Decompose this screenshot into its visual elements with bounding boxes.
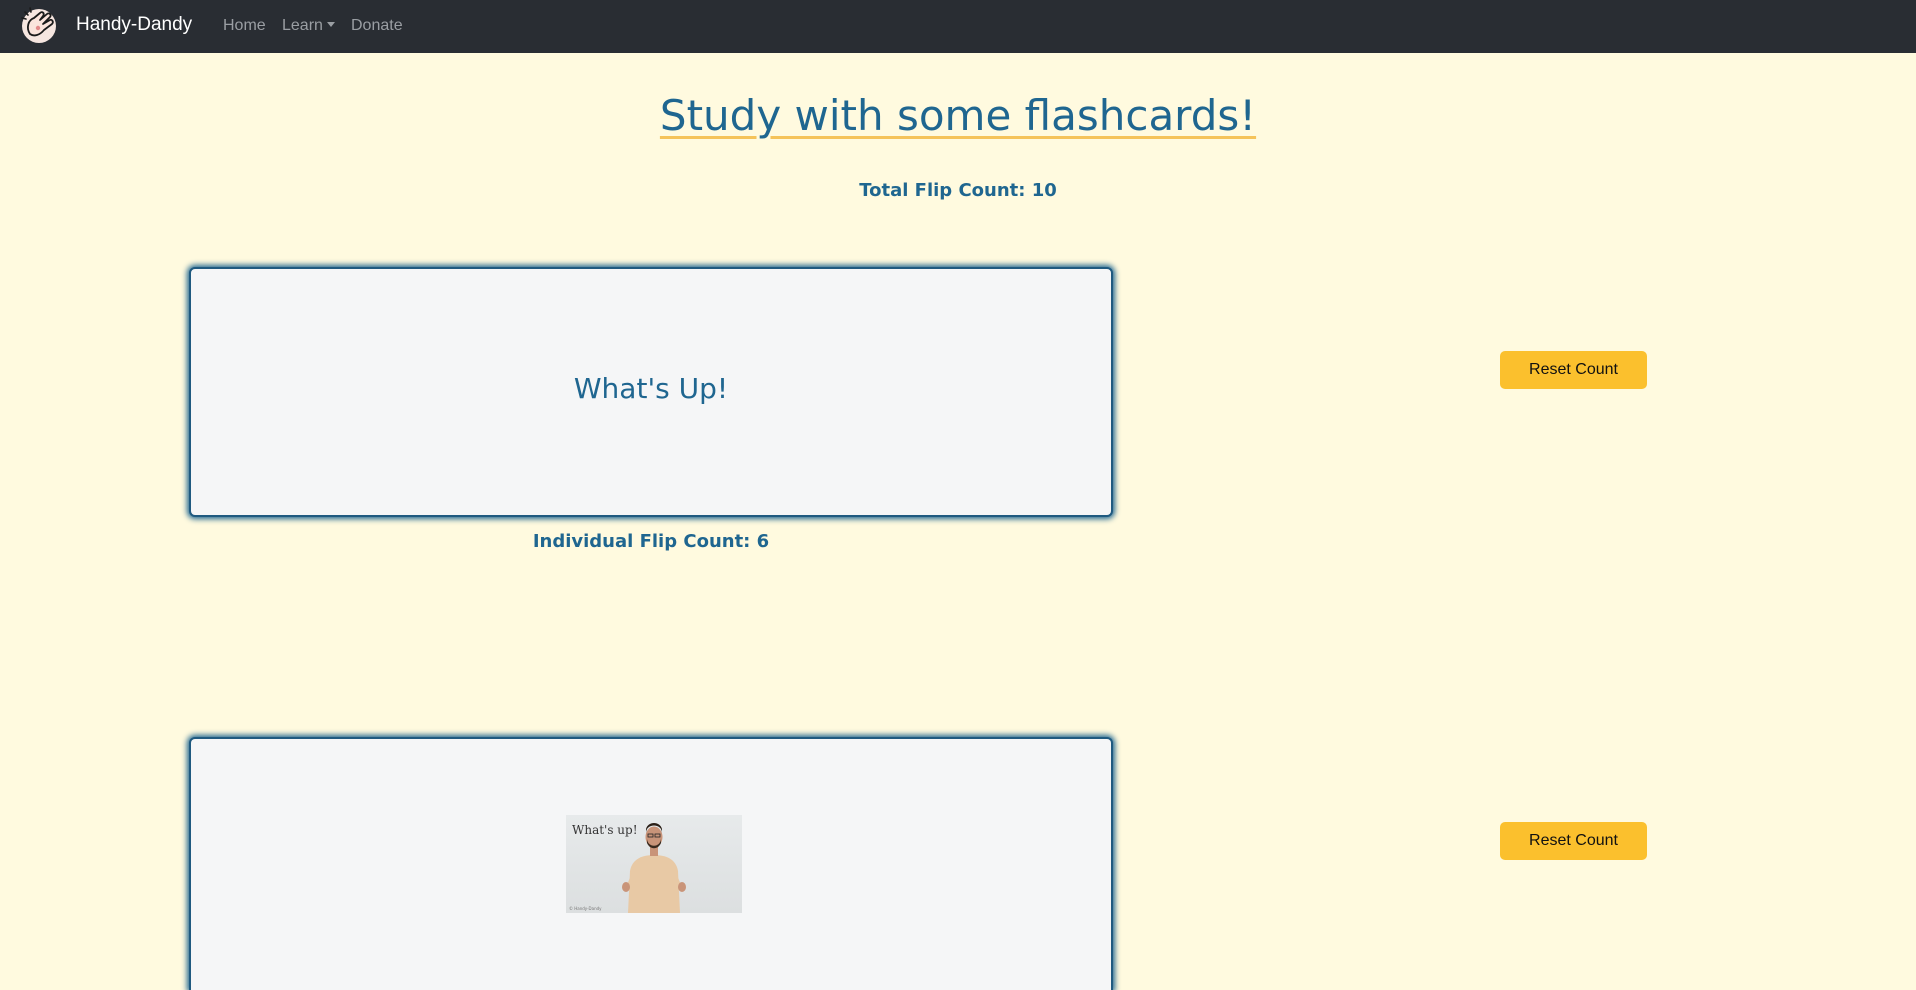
sign-language-gif-image: What's up! © Handy-Dandy: [566, 815, 742, 913]
nav-donate-link[interactable]: Donate: [351, 16, 403, 36]
image-credit: © Handy-Dandy: [569, 906, 602, 911]
nav-home-link[interactable]: Home: [223, 16, 266, 36]
reset-count-button-2[interactable]: Reset Count: [1500, 822, 1647, 860]
page-title: Study with some flashcards!: [0, 90, 1916, 142]
reset-count-button-1[interactable]: Reset Count: [1500, 351, 1647, 389]
brand-link[interactable]: Handy-Dandy: [76, 13, 192, 37]
navbar: Handy-Dandy Home Learn Donate: [0, 0, 1916, 53]
nav-learn-dropdown[interactable]: Learn: [282, 16, 335, 36]
waving-hand-logo-icon[interactable]: [18, 4, 60, 46]
page-title-text: Study with some flashcards!: [659, 91, 1257, 140]
flashcard-2[interactable]: What's up! © Handy-Dandy: [189, 737, 1113, 990]
nav-learn-label: Learn: [282, 17, 323, 34]
caret-down-icon: [326, 22, 335, 27]
person-signing-figure: [622, 823, 686, 913]
flashcard-1-text: What's Up!: [573, 372, 729, 405]
flashcard-1[interactable]: What's Up!: [189, 267, 1113, 517]
total-flip-count: Total Flip Count: 10: [859, 180, 1057, 201]
individual-flip-count-1: Individual Flip Count: 6: [532, 531, 770, 552]
